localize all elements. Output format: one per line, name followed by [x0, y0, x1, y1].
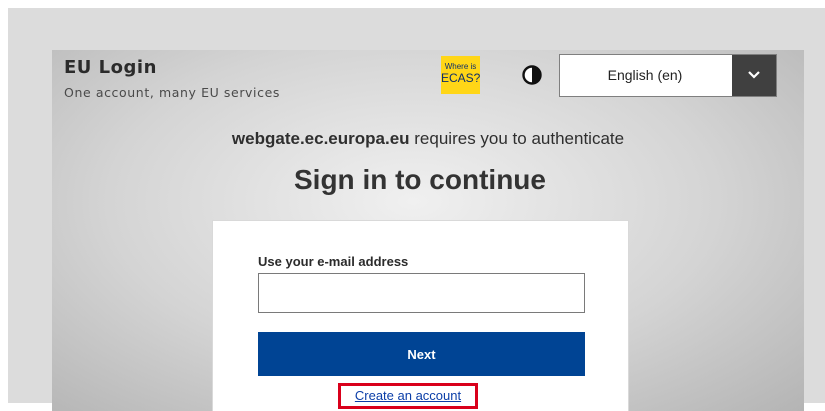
email-label: Use your e-mail address — [258, 254, 409, 269]
page-title: Sign in to continue — [294, 164, 546, 195]
create-account-highlight: Create an account — [338, 383, 478, 409]
ecas-badge-line2: ECAS? — [441, 71, 481, 85]
create-account-link[interactable]: Create an account — [341, 386, 475, 406]
auth-message-suffix: requires you to authenticate — [409, 129, 625, 148]
contrast-icon[interactable] — [522, 65, 542, 85]
auth-host: webgate.ec.europa.eu — [231, 129, 410, 148]
next-button[interactable]: Next — [258, 332, 585, 376]
where-is-ecas-button[interactable]: Where is ECAS? — [441, 56, 480, 94]
login-card: Use your e-mail address Next Create an a… — [212, 220, 629, 411]
chevron-down-icon — [748, 71, 760, 79]
language-dropdown-button[interactable] — [732, 55, 776, 96]
login-panel: EU Login One account, many EU services W… — [52, 50, 804, 411]
language-select[interactable]: English (en) — [559, 54, 777, 97]
brand-title: EU Login — [64, 57, 157, 78]
language-selected-value: English (en) — [607, 67, 683, 83]
authentication-message: webgate.ec.europa.eu requires you to aut… — [52, 129, 804, 149]
email-field[interactable] — [258, 273, 585, 313]
ecas-badge-line1: Where is — [444, 62, 477, 71]
page-background: EU Login One account, many EU services W… — [8, 8, 825, 411]
brand-subtitle: One account, many EU services — [64, 85, 281, 100]
